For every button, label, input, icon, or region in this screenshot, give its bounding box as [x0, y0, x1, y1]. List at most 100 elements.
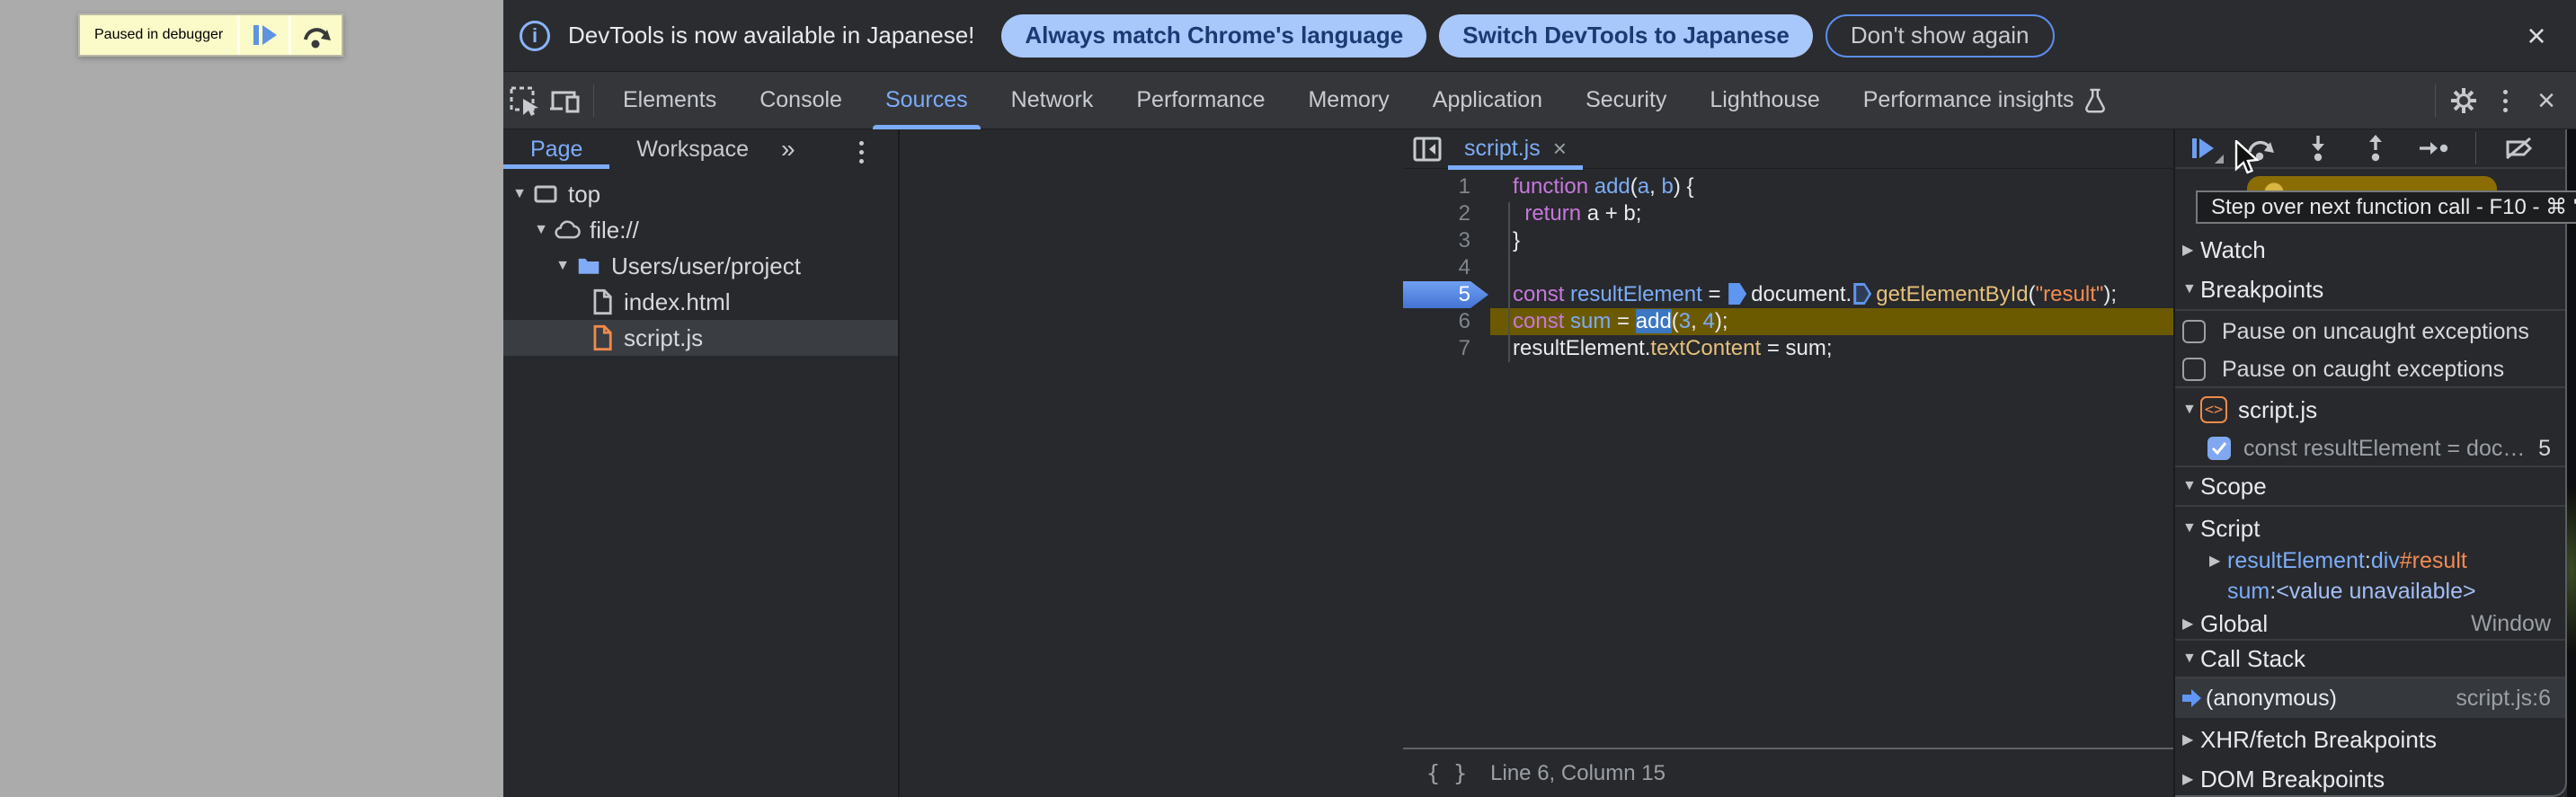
dont-show-again-button[interactable]: Don't show again — [1825, 13, 2055, 58]
section-watch[interactable]: ▶ Watch — [2175, 230, 2565, 270]
divider — [2175, 309, 2565, 311]
folder-icon — [575, 252, 602, 279]
tab-memory[interactable]: Memory — [1286, 72, 1410, 129]
toggle-navigator-button[interactable] — [1407, 128, 1448, 170]
breakpoint-entry[interactable]: const resultElement = doc… 5 — [2175, 429, 2565, 467]
expand-arrow-icon[interactable]: ▼ — [530, 222, 552, 238]
always-match-language-button[interactable]: Always match Chrome's language — [1001, 13, 1427, 58]
inline-breakpoint-marker-icon[interactable] — [1853, 283, 1872, 305]
tab-network[interactable]: Network — [990, 72, 1115, 129]
expanded-arrow-icon[interactable]: ▼ — [2175, 520, 2200, 536]
inline-breakpoint-marker-icon[interactable] — [1728, 283, 1747, 305]
scope-group-label: Script — [2200, 514, 2261, 542]
step-over-button-overlay[interactable] — [289, 15, 342, 55]
collapsed-arrow-icon[interactable]: ▶ — [2175, 615, 2200, 633]
step-icon — [2420, 142, 2448, 155]
expand-arrow-icon[interactable]: ▼ — [552, 258, 573, 274]
tree-item-top[interactable]: ▼ top — [503, 176, 898, 212]
tree-item-file-protocol[interactable]: ▼ file:// — [503, 212, 898, 248]
separator: : — [2364, 547, 2371, 573]
toolbar-separator — [2475, 132, 2476, 164]
expanded-arrow-icon[interactable]: ▼ — [2175, 478, 2200, 494]
resume-button[interactable] — [2188, 133, 2224, 164]
pane-divider[interactable] — [898, 129, 900, 797]
section-dom-breakpoints[interactable]: ▶ DOM Breakpoints — [2175, 759, 2565, 797]
collapsed-arrow-icon[interactable]: ▶ — [2175, 770, 2200, 788]
devtools-menu-button[interactable] — [2484, 80, 2526, 121]
line-number-breakpoint[interactable]: 5 — [1403, 281, 1490, 308]
close-tab-icon[interactable]: × — [1553, 135, 1567, 163]
switch-to-japanese-button[interactable]: Switch DevTools to Japanese — [1439, 13, 1813, 58]
tab-console[interactable]: Console — [738, 72, 864, 129]
pause-on-caught-row[interactable]: Pause on caught exceptions — [2175, 350, 2565, 388]
scope-global-group[interactable]: ▶ Global Window — [2175, 607, 2565, 641]
tab-sources[interactable]: Sources — [864, 72, 990, 129]
step-into-button[interactable] — [2303, 133, 2333, 164]
line-number[interactable]: 6 — [1403, 308, 1490, 335]
expanded-arrow-icon[interactable]: ▼ — [2175, 281, 2200, 297]
tree-item-index-html[interactable]: index.html — [503, 284, 898, 320]
editor-tab-label: script.js — [1464, 136, 1541, 161]
line-number[interactable]: 2 — [1403, 200, 1490, 227]
line-number[interactable]: 7 — [1403, 335, 1490, 362]
section-breakpoints[interactable]: ▼ Breakpoints — [2175, 270, 2565, 309]
tree-item-project-folder[interactable]: ▼ Users/user/project — [503, 248, 898, 284]
expand-arrow-icon[interactable]: ▼ — [509, 186, 530, 202]
tab-lighthouse[interactable]: Lighthouse — [1688, 72, 1841, 129]
step-out-button[interactable] — [2360, 133, 2391, 164]
call-stack-frame[interactable]: (anonymous) script.js:6 — [2175, 678, 2565, 718]
tree-item-script-js[interactable]: script.js — [503, 320, 898, 356]
tab-application[interactable]: Application — [1411, 72, 1564, 129]
section-call-stack[interactable]: ▼ Call Stack — [2175, 641, 2565, 677]
line-number[interactable]: 1 — [1403, 173, 1490, 200]
navigator-tab-page[interactable]: Page — [503, 129, 610, 169]
tab-performance[interactable]: Performance — [1115, 72, 1286, 129]
line-number-gutter[interactable]: 1 2 3 4 5 6 7 — [1403, 173, 1490, 362]
checkbox-unchecked[interactable] — [2182, 358, 2206, 381]
device-toolbar-button[interactable] — [545, 80, 586, 121]
infobar-close-icon[interactable]: × — [2518, 17, 2554, 54]
navigator-menu-button[interactable] — [840, 131, 882, 173]
navigator-tab-workspace[interactable]: Workspace — [609, 129, 776, 169]
tab-elements[interactable]: Elements — [601, 72, 738, 129]
section-xhr-breakpoints[interactable]: ▶ XHR/fetch Breakpoints — [2175, 720, 2565, 759]
step-over-icon — [304, 28, 332, 49]
scope-var-sum[interactable]: sum: <value unavailable> — [2175, 576, 2565, 607]
editor-tab-script-js[interactable]: script.js × — [1448, 129, 1583, 170]
deactivate-breakpoints-icon — [2506, 137, 2533, 160]
settings-gear-button[interactable] — [2443, 80, 2484, 121]
variable-value-tag: div — [2370, 547, 2400, 573]
collapsed-arrow-icon[interactable]: ▶ — [2175, 552, 2227, 570]
inspect-element-button[interactable] — [503, 80, 545, 121]
step-out-icon — [2369, 135, 2382, 162]
sources-navigator-pane: Page Workspace » ▼ top ▼ file:// ▼ Users… — [503, 129, 898, 797]
expanded-arrow-icon[interactable]: ▼ — [2175, 651, 2200, 667]
section-scope[interactable]: ▼ Scope — [2175, 467, 2565, 505]
checkbox-checked[interactable] — [2207, 437, 2231, 460]
section-label: Breakpoints — [2200, 275, 2324, 303]
breakpoint-marker[interactable] — [1403, 281, 1488, 308]
resume-script-button[interactable] — [237, 15, 289, 55]
frame-location: script.js:6 — [2456, 685, 2551, 711]
collapsed-arrow-icon[interactable]: ▶ — [2175, 731, 2200, 748]
close-icon: × — [2537, 83, 2555, 118]
breakpoint-file-group[interactable]: ▼ <> script.js — [2175, 390, 2565, 429]
line-number[interactable]: 4 — [1403, 254, 1490, 281]
collapsed-arrow-icon[interactable]: ▶ — [2175, 241, 2200, 259]
expanded-arrow-icon[interactable]: ▼ — [2175, 402, 2200, 418]
step-button[interactable] — [2418, 133, 2448, 164]
line-number[interactable]: 3 — [1403, 227, 1490, 254]
toolbar-separator — [2435, 84, 2436, 117]
pretty-print-icon[interactable]: { } — [1426, 760, 1467, 786]
more-tabs-icon[interactable]: » — [781, 135, 795, 164]
devtools-close-button[interactable]: × — [2526, 80, 2567, 121]
pause-on-uncaught-row[interactable]: Pause on uncaught exceptions — [2175, 313, 2565, 350]
file-icon — [590, 288, 615, 315]
checkbox-unchecked[interactable] — [2182, 320, 2206, 343]
scope-script-group[interactable]: ▼ Script — [2175, 510, 2565, 546]
breakpoint-line-number: 5 — [2538, 435, 2551, 461]
scope-var-resultElement[interactable]: ▶ resultElement: div #result — [2175, 545, 2565, 576]
tab-performance-insights[interactable]: Performance insights — [1842, 72, 2128, 129]
deactivate-breakpoints-button[interactable] — [2503, 133, 2534, 164]
tab-security[interactable]: Security — [1564, 72, 1688, 129]
